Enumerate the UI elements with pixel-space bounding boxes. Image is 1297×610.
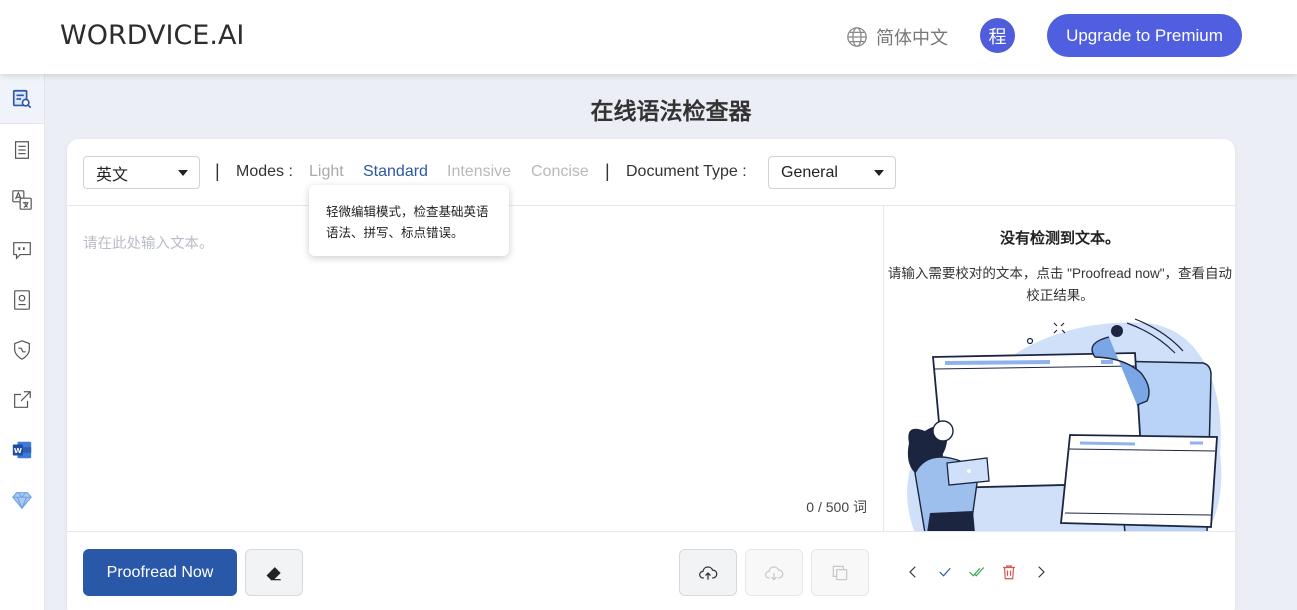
bottom-bar: Proofread Now <box>67 531 1235 610</box>
language-select[interactable]: 英文 <box>83 156 200 189</box>
results-title: 没有检测到文本。 <box>999 230 1120 247</box>
external-link-icon <box>14 391 31 408</box>
upload-button[interactable] <box>679 549 737 596</box>
sidebar-item-external[interactable] <box>0 375 44 425</box>
clear-text-button[interactable] <box>245 549 303 596</box>
caret-down-icon <box>874 169 884 176</box>
chevron-left-icon <box>909 566 916 578</box>
editor-placeholder: 请在此处输入文本。 <box>83 236 214 252</box>
sidebar-item-certificate[interactable] <box>0 275 44 325</box>
translate-icon <box>12 190 32 210</box>
empty-state-illustration <box>907 318 1222 531</box>
page-title: 在线语法检查器 <box>590 98 752 124</box>
double-check-icon <box>969 567 985 577</box>
quote-bubble-icon <box>13 242 31 260</box>
copy-button[interactable] <box>811 549 869 596</box>
word-icon: W <box>12 441 32 459</box>
cloud-download-icon <box>765 565 784 581</box>
eraser-icon <box>266 566 281 580</box>
document-search-icon <box>12 89 32 108</box>
modes-label: Modes : <box>236 163 293 180</box>
copy-icon <box>832 565 848 580</box>
document-type-label: Document Type : <box>626 163 747 180</box>
check-icon <box>939 567 951 577</box>
sidebar: W <box>0 74 45 610</box>
accept-all-button[interactable] <box>967 562 987 582</box>
sidebar-item-word-addin[interactable]: W <box>0 425 44 475</box>
proofread-now-button[interactable]: Proofread Now <box>83 549 237 596</box>
sidebar-item-ai-detector[interactable] <box>0 325 44 375</box>
mode-intensive[interactable]: Intensive <box>447 163 511 181</box>
list-document-icon <box>14 141 30 159</box>
sidebar-item-premium[interactable] <box>0 475 44 525</box>
language-switcher[interactable]: 简体中文 <box>846 24 948 50</box>
diamond-icon <box>12 492 32 510</box>
sidebar-item-chat[interactable] <box>0 225 44 275</box>
top-header: WORDVICE.AI 简体中文 程 Upgrade to Premium <box>0 0 1297 74</box>
word-count: 0 / 500 词 <box>806 499 867 515</box>
separator: | <box>605 161 610 181</box>
results-panel: 没有检测到文本。 请输入需要校对的文本，点击 "Proofread now"，查… <box>885 206 1235 531</box>
mode-light[interactable]: Light <box>309 163 344 181</box>
certificate-icon <box>14 290 30 310</box>
language-select-value: 英文 <box>96 166 129 184</box>
document-type-select[interactable]: General <box>768 156 896 189</box>
delete-suggestion-button[interactable] <box>999 562 1019 582</box>
upgrade-premium-button[interactable]: Upgrade to Premium <box>1047 14 1242 57</box>
globe-icon <box>847 27 867 47</box>
user-avatar[interactable]: 程 <box>980 18 1015 53</box>
checker-card: 英文 | Modes : Light Standard Intensive Co… <box>67 139 1235 610</box>
shield-icon <box>14 340 30 360</box>
sidebar-item-grammar-check[interactable] <box>0 74 44 124</box>
caret-down-icon <box>178 169 188 176</box>
mode-tooltip: 轻微编辑模式，检查基础英语语法、拼写、标点错误。 <box>309 185 509 256</box>
language-label: 简体中文 <box>876 28 948 48</box>
previous-suggestion-button[interactable] <box>903 562 923 582</box>
document-type-value: General <box>781 163 838 181</box>
cloud-upload-icon <box>699 565 718 580</box>
trash-icon <box>1003 565 1015 580</box>
mode-concise[interactable]: Concise <box>531 163 589 181</box>
svg-text:W: W <box>14 446 22 455</box>
wordvice-logo[interactable]: WORDVICE.AI <box>60 20 244 51</box>
accept-suggestion-button[interactable] <box>935 562 955 582</box>
separator: | <box>215 161 220 181</box>
sidebar-item-paraphrase[interactable] <box>0 125 44 175</box>
mode-standard[interactable]: Standard <box>363 163 428 181</box>
next-suggestion-button[interactable] <box>1031 562 1051 582</box>
checker-toolbar: 英文 | Modes : Light Standard Intensive Co… <box>67 139 1235 206</box>
chevron-right-icon <box>1038 566 1045 578</box>
results-description: 请输入需要校对的文本，点击 "Proofread now"，查看自动校正结果。 <box>887 266 1233 303</box>
download-button[interactable] <box>745 549 803 596</box>
sidebar-item-translate[interactable] <box>0 175 44 225</box>
